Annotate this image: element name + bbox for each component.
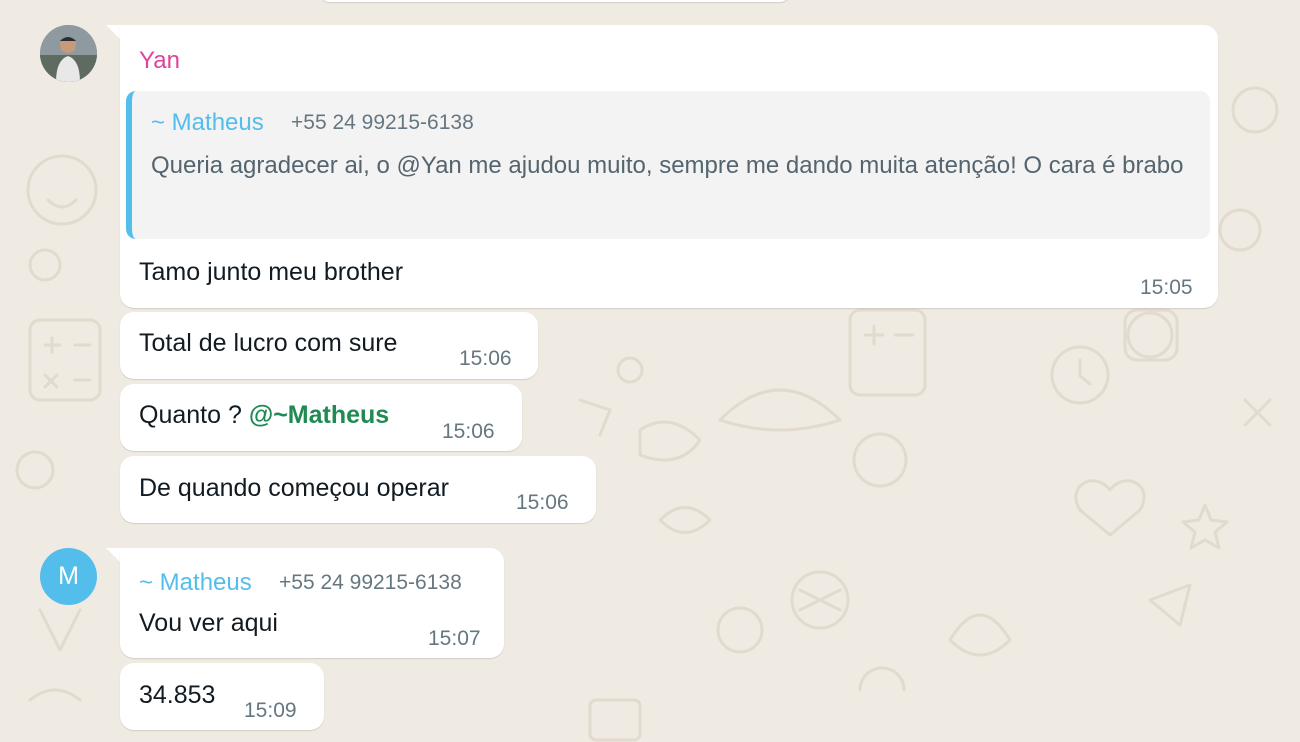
quoted-sender-name: ~ Matheus (151, 109, 264, 136)
sender-phone: +55 24 99215-6138 (279, 571, 462, 594)
moon-doodle (28, 248, 62, 282)
quoted-message-text: Queria agradecer ai, o @Yan me ajudou mu… (151, 152, 1184, 179)
message-text: Tamo junto meu brother (139, 258, 404, 286)
message-bubble[interactable]: 34.853 15:09 (120, 663, 324, 730)
quoted-sender-phone: +55 24 99215-6138 (291, 111, 474, 134)
user-photo-avatar-icon (40, 25, 97, 82)
message-text: 34.853 (139, 681, 216, 709)
message-time: 15:09 (244, 699, 297, 722)
letter-avatar-icon: M (58, 562, 79, 590)
star-doodle (1181, 503, 1229, 550)
message-bubble-yan[interactable]: Yan ~ Matheus +55 24 99215-6138 Queria a… (120, 25, 1218, 308)
message-time: 15:06 (442, 420, 495, 443)
message-time: 15:07 (428, 627, 481, 650)
mention-link[interactable]: @~Matheus (249, 401, 389, 429)
matheus-avatar[interactable]: M (40, 548, 97, 605)
turtle-doodle (716, 606, 764, 654)
quoted-message[interactable]: ~ Matheus +55 24 99215-6138 Queria agrad… (126, 91, 1210, 239)
heart-doodle (1074, 479, 1146, 537)
sender-name[interactable]: ~ Matheus (139, 569, 252, 597)
message-text: Total de lucro com sure (139, 329, 398, 357)
message-bubble[interactable]: Total de lucro com sure 15:06 (120, 312, 538, 379)
box-doodle (588, 698, 642, 742)
calculator-doodle-2 (848, 308, 927, 397)
message-time: 15:06 (459, 347, 512, 370)
message-bubble[interactable]: De quando começou operar 15:06 (120, 456, 596, 523)
smiley-doodle (26, 154, 98, 226)
message-text: Quanto ? @~Matheus (139, 401, 389, 430)
message-bubble[interactable]: Quanto ? @~Matheus 15:06 (120, 384, 522, 451)
camera-doodle (1126, 311, 1174, 359)
calculator-doodle (28, 318, 102, 402)
message-text: Vou ver aqui (139, 609, 278, 637)
message-bubble-matheus[interactable]: ~ Matheus +55 24 99215-6138 Vou ver aqui… (120, 548, 504, 658)
yan-avatar[interactable] (40, 25, 97, 82)
message-time: 15:06 (516, 491, 569, 514)
paw-doodle (852, 432, 908, 488)
message-text: De quando começou operar (139, 474, 449, 502)
sender-name[interactable]: Yan (139, 47, 180, 75)
message-text-prefix: Quanto ? (139, 401, 249, 429)
message-time: 15:05 (1140, 276, 1193, 299)
hat-doodle (718, 388, 842, 432)
previous-message-bubble-edge (320, 0, 790, 2)
sun-doodle (858, 666, 906, 692)
